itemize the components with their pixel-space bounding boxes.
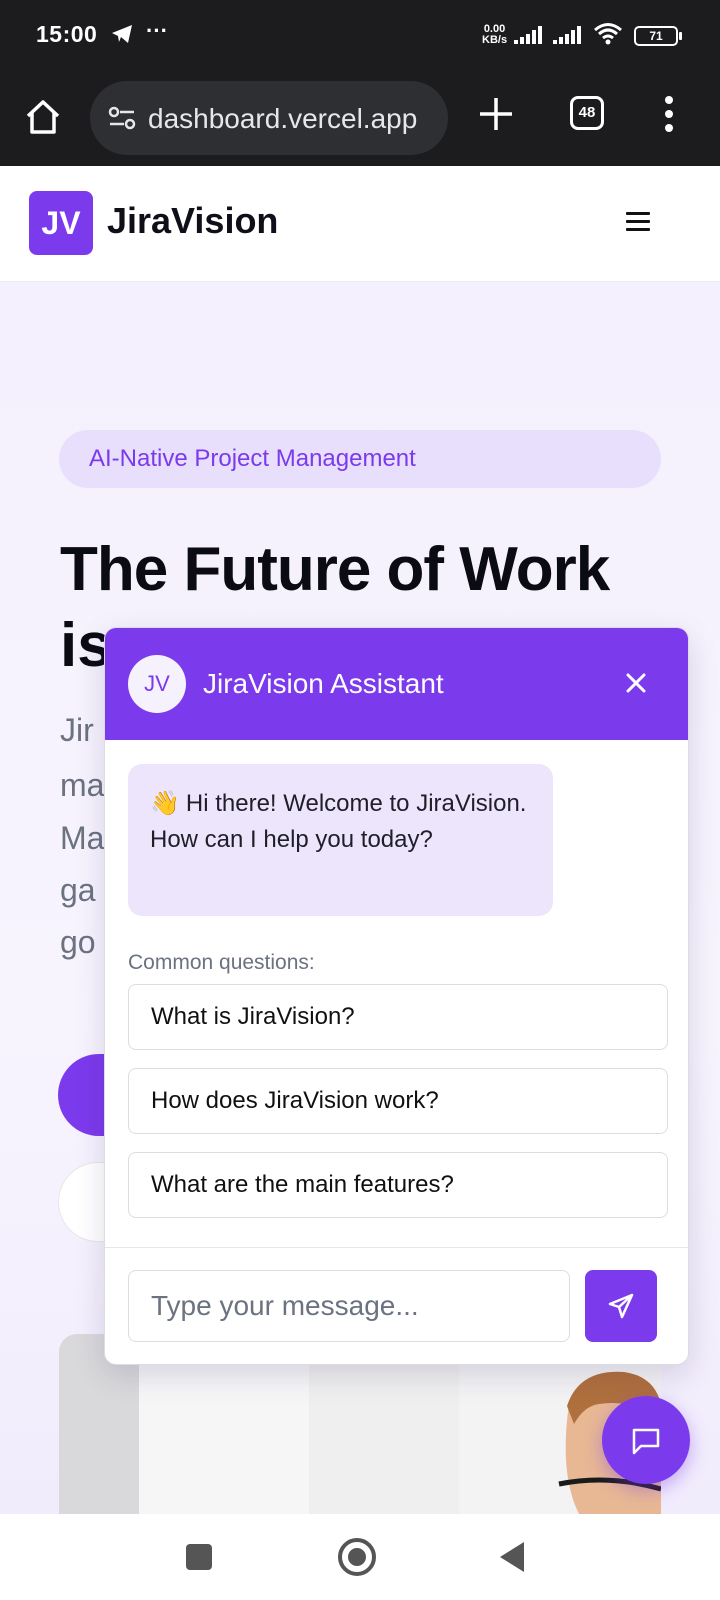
chat-bubble-icon — [632, 1428, 660, 1455]
net-speed-unit: KB/s — [482, 34, 508, 46]
close-icon[interactable] — [623, 670, 649, 696]
faq-button[interactable]: How does JiraVision work? — [128, 1068, 668, 1134]
chat-avatar: JV — [128, 655, 186, 713]
hamburger-icon[interactable] — [626, 212, 650, 232]
wave-emoji: 👋 — [150, 790, 180, 817]
system-nav-bar — [0, 1514, 720, 1600]
chat-fab-button[interactable] — [602, 1396, 690, 1484]
hero-desc-line: Ma — [60, 820, 105, 856]
assistant-message-text: Hi there! Welcome to JiraVision. How can… — [150, 790, 527, 853]
common-questions-label: Common questions: — [128, 951, 315, 974]
hero-desc-line: ma — [60, 767, 105, 803]
chat-divider — [105, 1247, 688, 1248]
tabs-icon[interactable]: 48 — [570, 96, 604, 130]
signal-icon — [514, 26, 542, 44]
brand-name[interactable]: JiraVision — [107, 200, 278, 242]
more-vert-icon[interactable] — [664, 94, 674, 134]
hero-desc-line: go — [60, 924, 96, 960]
logo[interactable]: JV — [29, 191, 93, 255]
battery-icon: 71 — [634, 26, 682, 46]
chat-message-input[interactable]: Type your message... — [128, 1270, 570, 1342]
home-icon[interactable] — [22, 96, 64, 138]
faq-button[interactable]: What are the main features? — [128, 1152, 668, 1218]
hero-badge: AI-Native Project Management — [59, 430, 661, 488]
back-icon[interactable] — [500, 1542, 524, 1572]
assistant-message: 👋 Hi there! Welcome to JiraVision. How ca… — [128, 764, 553, 916]
site-header: JV JiraVision — [0, 166, 720, 282]
chat-header: JV JiraVision Assistant — [105, 628, 688, 740]
url-text[interactable]: dashboard.vercel.app — [148, 103, 417, 135]
net-speed: 0.00 KB/s — [482, 24, 507, 46]
hero-headline: The Future of Work — [60, 535, 610, 604]
plus-icon[interactable] — [476, 94, 516, 134]
wifi-icon — [594, 23, 622, 45]
chat-widget: JV JiraVision Assistant 👋 Hi there! Welco… — [104, 627, 689, 1365]
status-bar: 15:00 ··· 0.00 KB/s 71 — [0, 0, 720, 72]
recents-icon[interactable] — [186, 1544, 212, 1570]
site-settings-icon[interactable] — [108, 106, 136, 130]
hero-desc-line: Jir — [60, 712, 94, 748]
browser-toolbar: dashboard.vercel.app 48 — [0, 72, 720, 166]
send-icon — [608, 1293, 634, 1319]
home-nav-icon[interactable] — [338, 1538, 376, 1576]
telegram-icon — [112, 25, 132, 43]
hero-desc-line: ga — [60, 872, 96, 908]
faq-button[interactable]: What is JiraVision? — [128, 984, 668, 1050]
screen: 15:00 ··· 0.00 KB/s 71 dashboard.vercel.… — [0, 0, 720, 1600]
status-more: ··· — [146, 18, 168, 43]
send-button[interactable] — [585, 1270, 657, 1342]
address-bar[interactable]: dashboard.vercel.app — [90, 81, 448, 155]
signal-icon — [553, 26, 581, 44]
status-time: 15:00 — [36, 21, 98, 47]
chat-title: JiraVision Assistant — [203, 668, 444, 699]
